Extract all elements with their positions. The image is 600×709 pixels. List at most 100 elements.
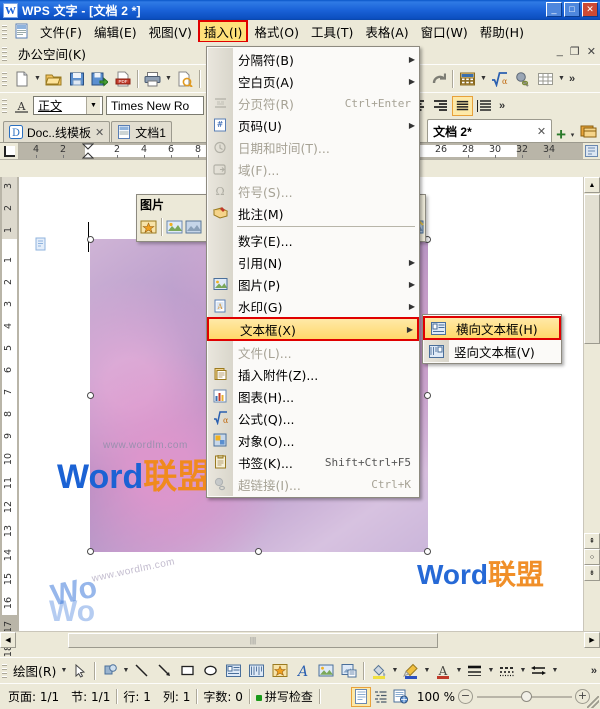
menu-item-file[interactable]: 文件(F) (34, 20, 88, 43)
distribute-icon[interactable]: ↕ (473, 95, 496, 117)
menu-item-object[interactable]: 对象(O)... (207, 429, 419, 451)
font-combo[interactable]: Times New Ro (106, 96, 204, 115)
print-dropdown[interactable]: ▼ (164, 75, 173, 82)
textbox-submenu[interactable]: 横向文本框(H) 竖向文本框(V) (422, 314, 562, 364)
print-button[interactable] (141, 68, 164, 90)
menu-item-separator-break[interactable]: 分隔符(B) ▶ (207, 48, 419, 70)
style-combo[interactable]: 正文 ▼ (33, 96, 103, 115)
zoom-out-button[interactable]: − (458, 689, 473, 704)
view-button-page[interactable] (350, 686, 371, 707)
style-combo-arrow[interactable]: ▼ (86, 97, 100, 114)
arrow-icon[interactable] (153, 660, 176, 682)
zoom-slider[interactable] (477, 690, 572, 702)
more-contrast-icon[interactable] (184, 216, 203, 238)
arrow-style-icon[interactable] (527, 660, 550, 682)
document-menu-icon[interactable] (10, 22, 34, 40)
resize-grip[interactable] (587, 696, 599, 708)
align-justify-icon[interactable] (452, 95, 473, 116)
vertical-text-box-icon[interactable] (245, 660, 268, 682)
add-tab-dropdown-icon[interactable]: ▾ (568, 131, 577, 139)
view-button-web[interactable] (391, 687, 411, 707)
browse-next-button[interactable]: ⇟ (584, 565, 600, 581)
menu-item-format[interactable]: 格式(O) (248, 20, 305, 43)
standard-toolbar-gripper[interactable] (2, 70, 7, 87)
doc-close-button[interactable]: ✕ (587, 45, 596, 58)
standard-toolbar-overflow[interactable]: » (566, 73, 578, 85)
menu-item-blank-page[interactable]: 空白页(A) ▶ (207, 70, 419, 92)
dash-style-dropdown[interactable]: ▼ (518, 667, 527, 674)
vertical-scroll-thumb[interactable] (584, 194, 600, 344)
minimize-button[interactable]: _ (546, 2, 562, 17)
oval-icon[interactable] (199, 660, 222, 682)
menu-item-insert[interactable]: 插入(I) (197, 19, 249, 43)
insert-menu-popup[interactable]: 分隔符(B) ▶ 空白页(A) ▶ 分页符(R) Ctrl+Enter # 页码… (206, 46, 420, 498)
new-tab-control[interactable]: + ▾ (556, 126, 577, 143)
menu-item-insert-attachment[interactable]: 插入附件(Z)... (207, 363, 419, 385)
menu-item-picture[interactable]: 图片(P) ▶ (207, 273, 419, 295)
submenu-item-vertical-textbox[interactable]: 竖向文本框(V) (423, 340, 561, 362)
open-button[interactable] (42, 68, 65, 90)
formatting-toolbar-gripper[interactable] (2, 97, 7, 114)
formatting-toolbar-overflow[interactable]: » (496, 100, 508, 112)
table-grid-button[interactable] (534, 68, 557, 90)
select-browse-object-button[interactable]: ○ (584, 549, 600, 565)
new-document-dropdown[interactable]: ▼ (33, 75, 42, 82)
autoshapes-icon[interactable] (98, 660, 121, 682)
menu-item-tools[interactable]: 工具(T) (305, 20, 359, 43)
insert-table-button[interactable] (456, 68, 479, 90)
picture-handle-se[interactable] (424, 548, 431, 555)
table-grid-dropdown[interactable]: ▼ (557, 75, 566, 82)
doc-restore-button[interactable]: ❐ (570, 45, 580, 58)
tab-stop-icon[interactable] (0, 143, 19, 159)
color-mode-icon[interactable] (165, 216, 184, 238)
picture-handle-s[interactable] (255, 548, 262, 555)
insert-picture-from-file-icon[interactable] (139, 216, 158, 238)
new-document-button[interactable] (10, 68, 33, 90)
save-button[interactable] (65, 68, 88, 90)
menu-item-page-number[interactable]: # 页码(U) ▶ (207, 114, 419, 136)
maximize-button[interactable]: □ (564, 2, 580, 17)
insert-wordart-icon[interactable] (268, 660, 291, 682)
menu-item-edit[interactable]: 编辑(E) (88, 20, 143, 43)
scroll-right-button[interactable]: ▶ (584, 632, 600, 648)
vertical-scrollbar[interactable]: ▲ ⇞ ○ ⇟ (583, 177, 600, 631)
fill-color-icon[interactable] (367, 660, 390, 682)
horizontal-scrollbar[interactable]: ◀ ||| ▶ (0, 631, 600, 648)
align-right-icon[interactable] (429, 95, 452, 117)
zoom-slider-track[interactable] (477, 690, 572, 702)
menu-item-bookmark[interactable]: 书签(K)... Shift+Ctrl+F5 (207, 451, 419, 473)
browse-prev-button[interactable]: ⇞ (584, 533, 600, 549)
zoom-slider-knob[interactable] (521, 690, 532, 702)
status-spellcheck[interactable]: 拼写检查 (250, 688, 319, 705)
ruler-view-toggle[interactable] (583, 143, 600, 159)
redo-button[interactable] (426, 68, 449, 90)
font-color-icon[interactable]: A (431, 660, 454, 682)
drawing-menu-dropdown[interactable]: ▼ (59, 667, 68, 674)
tab-doc-template[interactable]: D Doc..线模板 ✕ (3, 121, 111, 142)
vertical-ruler[interactable]: 3 2 1 1 2 3 4 5 6 7 8 9 10 11 12 13 14 1… (0, 177, 19, 681)
text-box-icon[interactable] (222, 660, 245, 682)
view-button-outline[interactable] (371, 687, 391, 707)
menu-item-formula[interactable]: α 公式(Q)... (207, 407, 419, 429)
insert-table-dropdown[interactable]: ▼ (479, 75, 488, 82)
line-style-dropdown[interactable]: ▼ (486, 667, 495, 674)
office-space-label[interactable]: 办公空间(K) (10, 44, 86, 63)
menu-item-reference[interactable]: 引用(N) ▶ (207, 251, 419, 273)
tab-close-icon[interactable]: ✕ (537, 125, 546, 138)
dash-style-icon[interactable] (495, 660, 518, 682)
font-color-dropdown[interactable]: ▼ (454, 667, 463, 674)
add-tab-icon[interactable]: + (556, 126, 566, 143)
rectangle-icon[interactable] (176, 660, 199, 682)
menu-item-window[interactable]: 窗口(W) (415, 20, 474, 43)
print-preview-button[interactable] (173, 68, 196, 90)
picture-handle-e[interactable] (424, 392, 431, 399)
tab-document1[interactable]: 文档1 (111, 121, 172, 142)
picture-handle-w[interactable] (87, 392, 94, 399)
window-list-icon[interactable] (577, 120, 600, 142)
tab-document2[interactable]: 文档 2* ✕ (427, 119, 553, 142)
tab-close-icon[interactable]: ✕ (95, 126, 104, 139)
close-button[interactable]: ✕ (582, 2, 598, 17)
line-color-icon[interactable] (399, 660, 422, 682)
insert-clip-art-icon[interactable] (337, 660, 360, 682)
autoshapes-dropdown[interactable]: ▼ (121, 667, 130, 674)
